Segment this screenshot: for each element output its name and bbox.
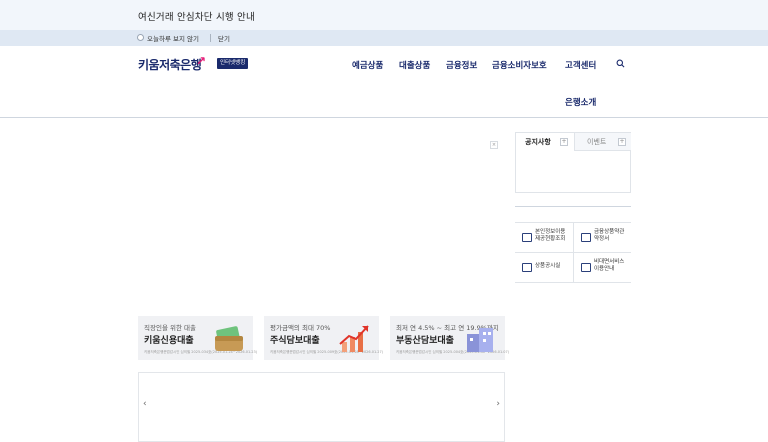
close-notice-button[interactable]: 닫기 [218,33,230,43]
tray-icon [522,263,532,272]
dont-show-today-checkbox[interactable] [137,34,144,41]
tab-event-label: 이벤트 [587,138,607,146]
banner-title: 부동산담보대출 [396,336,454,346]
nav-finance-info[interactable]: 금융정보 [446,59,477,71]
banner-credit-loan[interactable]: 직장인을 위한 대출 키움신용대출 키움저축은행준법감시인 심의필 2025-0… [138,316,257,360]
internet-banking-button[interactable]: 인터넷뱅킹 [217,58,249,69]
quick-label: 비대면서비스 [594,259,625,265]
quick-label: 본인정보이용 [535,229,566,235]
banner-subtitle: 평가금액의 최대 70% [270,324,331,332]
quick-label: 약정서 [594,236,610,242]
quick-label: 제공현황조회 [535,236,566,242]
notice-bar [0,0,768,30]
quick-personal-info[interactable]: 본인정보이용 제공현황조회 [515,223,573,253]
search-doc-icon [522,233,532,242]
quick-product-disclosure[interactable]: 상품공시실 [515,253,573,283]
monitor-icon [581,263,591,272]
quick-label: 금융상품약관 [594,229,625,235]
header-divider [0,117,768,118]
chart-up-icon [339,325,369,352]
more-notice-button[interactable]: + [560,138,568,146]
slider-next-button[interactable]: › [496,399,500,409]
buildings-icon [467,328,493,352]
banner-title: 주식담보대출 [270,336,320,346]
logo[interactable]: 키움저축은행 [138,56,202,73]
notice-controls [0,30,768,46]
search-icon[interactable] [616,59,625,68]
banner-title: 키움신용대출 [144,336,194,346]
banner-real-estate-loan[interactable]: 최저 연 4.5% ~ 최고 연 19.9%까지 부동산담보대출 키움저축은행준… [390,316,509,360]
more-event-button[interactable]: + [618,138,626,146]
quick-product-terms[interactable]: 금융상품약관 약정서 [573,223,631,253]
quick-label: 상품공시실 [535,263,561,269]
dont-show-today-label[interactable]: 오늘하루 보지 않기 [147,33,199,43]
close-icon[interactable]: × [490,141,498,149]
tab-notice-label: 공지사항 [525,138,551,146]
quick-untact-service[interactable]: 비대면서비스 이용안내 [573,253,631,283]
document-icon [581,233,591,242]
notice-board: 공지사항 + 이벤트 + [515,132,631,193]
nav-deposit[interactable]: 예금상품 [352,59,383,71]
nav-loan[interactable]: 대출상품 [399,59,430,71]
banner-stock-loan[interactable]: 평가금액의 최대 70% 주식담보대출 키움저축은행준법감시인 심의필 2025… [264,316,383,360]
nav-customer-center[interactable]: 고객센터 [565,59,596,71]
quick-menu-divider [515,206,631,207]
divider [210,34,211,42]
logo-arrow-icon: ↗ [196,54,207,68]
banner-subtitle: 직장인을 위한 대출 [144,324,196,332]
slider-prev-button[interactable]: ‹ [143,399,147,409]
nav-consumer-protection[interactable]: 금융소비자보호 [492,59,547,71]
quick-menu: 본인정보이용 제공현황조회 금융상품약관 약정서 상품공시실 비대면서비스 이용안내 [515,222,631,283]
notice-title[interactable]: 여신거래 안심차단 시행 안내 [138,9,255,23]
quick-label: 이용안내 [594,266,615,272]
nav-about-bank[interactable]: 은행소개 [565,96,596,108]
money-wallet-icon [215,326,243,351]
